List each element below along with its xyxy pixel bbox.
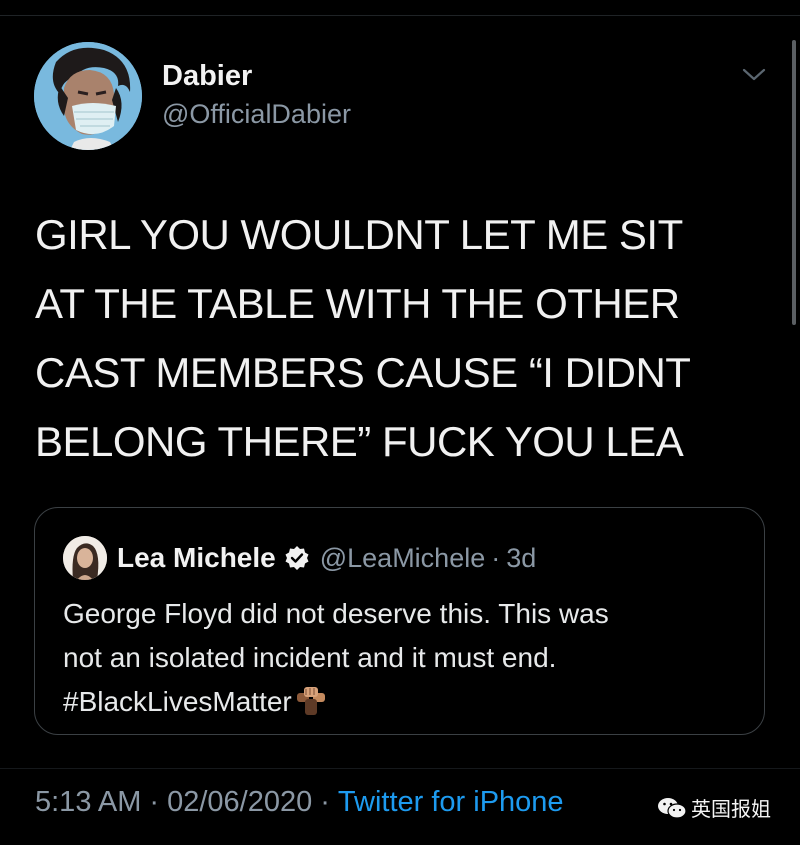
- tweet-text-line: AT THE TABLE WITH THE OTHER: [35, 280, 680, 327]
- quoted-tweet-text: George Floyd did not deserve this. This …: [63, 592, 743, 724]
- quoted-avatar-illustration: [63, 536, 107, 580]
- top-divider: [0, 15, 800, 16]
- quoted-tweet-time[interactable]: 3d: [506, 543, 536, 574]
- verified-badge-icon: [285, 546, 309, 570]
- wechat-icon: [658, 797, 687, 819]
- author-name[interactable]: Dabier: [162, 58, 351, 94]
- tweet-text-line: BELONG THERE” FUCK YOU LEA: [35, 418, 684, 465]
- watermark-label: 英国报姐: [691, 799, 771, 821]
- tweet-source-link[interactable]: Twitter for iPhone: [338, 786, 564, 819]
- watermark: 英国报姐: [657, 793, 771, 822]
- author-handle[interactable]: @OfficialDabier: [162, 96, 351, 132]
- tweet-date[interactable]: 02/06/2020: [167, 786, 312, 819]
- quoted-text-line: George Floyd did not deserve this. This …: [63, 598, 609, 629]
- quoted-author-handle[interactable]: @LeaMichele: [320, 543, 486, 574]
- raised-fists-emoji: [296, 687, 325, 715]
- hashtag[interactable]: #BlackLivesMatter: [63, 686, 292, 717]
- quoted-tweet-card[interactable]: Lea Michele @LeaMichele · 3d George Floy…: [34, 507, 765, 735]
- quoted-author-name[interactable]: Lea Michele: [117, 542, 276, 574]
- author-avatar[interactable]: [34, 42, 142, 150]
- quoted-text-line: not an isolated incident and it must end…: [63, 642, 557, 673]
- separator-dot: ·: [491, 542, 501, 573]
- tweet-text-line: CAST MEMBERS CAUSE “I DIDNT: [35, 349, 691, 396]
- quoted-tweet-header: Lea Michele @LeaMichele · 3d: [117, 538, 536, 578]
- tweet-metadata: 5:13 AM · 02/06/2020 · Twitter for iPhon…: [35, 786, 564, 819]
- scrollbar[interactable]: [792, 40, 796, 325]
- chevron-down-icon[interactable]: [740, 64, 768, 86]
- tweet-time[interactable]: 5:13 AM: [35, 786, 141, 819]
- separator-dot: ·: [320, 786, 330, 818]
- tweet-text: GIRL YOU WOULDNT LET ME SIT AT THE TABLE…: [35, 200, 775, 476]
- author-block: Dabier @OfficialDabier: [162, 58, 351, 132]
- meta-divider: [0, 768, 800, 769]
- quoted-author-avatar[interactable]: [63, 536, 107, 580]
- quoted-text-line: #BlackLivesMatter: [63, 680, 743, 724]
- avatar-illustration: [34, 42, 142, 150]
- separator-dot: ·: [149, 786, 160, 818]
- tweet-text-line: GIRL YOU WOULDNT LET ME SIT: [35, 211, 683, 258]
